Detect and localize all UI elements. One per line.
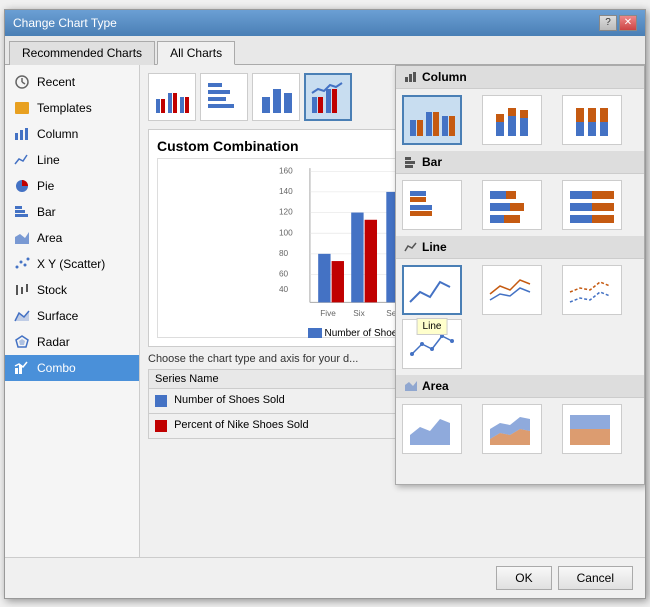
bar-section-icon — [404, 156, 418, 168]
popup-stacked-area[interactable] — [482, 404, 542, 454]
popup-area-chart[interactable] — [402, 404, 462, 454]
xy-scatter-icon — [13, 256, 31, 272]
svg-text:Five: Five — [320, 308, 336, 317]
ok-button[interactable]: OK — [496, 566, 551, 590]
chart-icon-col-selected[interactable] — [304, 73, 352, 121]
popup-section-bar: Bar — [396, 151, 644, 174]
popup-area-grid — [396, 398, 644, 460]
title-bar-controls: ? ✕ — [599, 15, 637, 31]
sidebar-item-column[interactable]: Column — [5, 121, 139, 147]
sidebar-item-radar[interactable]: Radar — [5, 329, 139, 355]
templates-icon — [13, 100, 31, 116]
line-chart-icon — [13, 152, 31, 168]
stock-chart-icon — [13, 282, 31, 298]
popup-line-chart[interactable]: Line — [402, 265, 462, 315]
legend-color-shoes — [308, 328, 322, 338]
series-name-shoes: Number of Shoes Sold — [149, 388, 396, 413]
col-series-name: Series Name — [149, 369, 396, 388]
bar-chart-icon — [13, 204, 31, 220]
main-area: Custom Combination Chart Tit... 160 140 … — [140, 65, 645, 557]
radar-chart-icon — [13, 334, 31, 350]
popup-column-grid — [396, 89, 644, 151]
change-chart-type-dialog: Change Chart Type ? ✕ Recommended Charts… — [4, 9, 646, 599]
chart-icon-bar[interactable] — [200, 73, 248, 121]
popup-line-tooltip: Line — [417, 318, 448, 335]
dialog-title: Change Chart Type — [13, 16, 117, 30]
popup-clustered-bar[interactable] — [402, 180, 462, 230]
series-dot-percent — [155, 420, 167, 432]
svg-text:160: 160 — [279, 166, 293, 175]
chart-icon-multi-col[interactable] — [148, 73, 196, 121]
popup-line-grid: Line — [396, 259, 644, 375]
svg-text:120: 120 — [279, 207, 293, 216]
popup-section-area: Area — [396, 375, 644, 398]
dialog-footer: OK Cancel — [5, 557, 645, 598]
popup-section-line: Line — [396, 236, 644, 259]
tab-recommended[interactable]: Recommended Charts — [9, 41, 155, 65]
chart-type-popup: Column — [395, 65, 645, 485]
sidebar-item-templates[interactable]: Templates — [5, 95, 139, 121]
svg-text:100: 100 — [279, 228, 293, 237]
popup-stacked-bar[interactable] — [482, 180, 542, 230]
popup-clustered-column[interactable] — [402, 95, 462, 145]
sidebar-item-line[interactable]: Line — [5, 147, 139, 173]
sidebar: Recent Templates Column Li — [5, 65, 140, 557]
line-section-icon — [404, 241, 418, 253]
combo-chart-icon — [13, 360, 31, 376]
popup-stacked-column[interactable] — [482, 95, 542, 145]
popup-100-stacked-column[interactable] — [562, 95, 622, 145]
svg-text:140: 140 — [279, 186, 293, 195]
svg-text:80: 80 — [279, 248, 289, 257]
svg-text:Six: Six — [353, 308, 365, 317]
popup-100-stacked-area[interactable] — [562, 404, 622, 454]
dialog-content: Recent Templates Column Li — [5, 65, 645, 557]
chart-icon-col2[interactable] — [252, 73, 300, 121]
svg-text:60: 60 — [279, 269, 289, 278]
recent-icon — [13, 74, 31, 90]
sidebar-item-combo[interactable]: Combo — [5, 355, 139, 381]
popup-100-stacked-line[interactable] — [562, 265, 622, 315]
series-name-percent: Percent of Nike Shoes Sold — [149, 413, 396, 438]
help-button[interactable]: ? — [599, 15, 617, 31]
popup-section-column: Column — [396, 66, 644, 89]
svg-text:40: 40 — [279, 285, 289, 294]
sidebar-item-stock[interactable]: Stock — [5, 277, 139, 303]
sidebar-item-pie[interactable]: Pie — [5, 173, 139, 199]
popup-bar-grid — [396, 174, 644, 236]
tab-all-charts[interactable]: All Charts — [157, 41, 235, 65]
area-section-icon — [404, 380, 418, 392]
sidebar-item-recent[interactable]: Recent — [5, 69, 139, 95]
popup-100-stacked-bar[interactable] — [562, 180, 622, 230]
sidebar-item-xy-scatter[interactable]: X Y (Scatter) — [5, 251, 139, 277]
sidebar-item-bar[interactable]: Bar — [5, 199, 139, 225]
column-chart-icon — [13, 126, 31, 142]
cancel-button[interactable]: Cancel — [558, 566, 633, 590]
series-dot-shoes — [155, 395, 167, 407]
column-section-icon — [404, 71, 418, 83]
popup-stacked-line[interactable] — [482, 265, 542, 315]
sidebar-item-surface[interactable]: Surface — [5, 303, 139, 329]
tab-bar: Recommended Charts All Charts — [5, 36, 645, 65]
pie-chart-icon — [13, 178, 31, 194]
area-chart-icon — [13, 230, 31, 246]
surface-chart-icon — [13, 308, 31, 324]
sidebar-item-area[interactable]: Area — [5, 225, 139, 251]
close-button[interactable]: ✕ — [619, 15, 637, 31]
title-bar: Change Chart Type ? ✕ — [5, 10, 645, 36]
